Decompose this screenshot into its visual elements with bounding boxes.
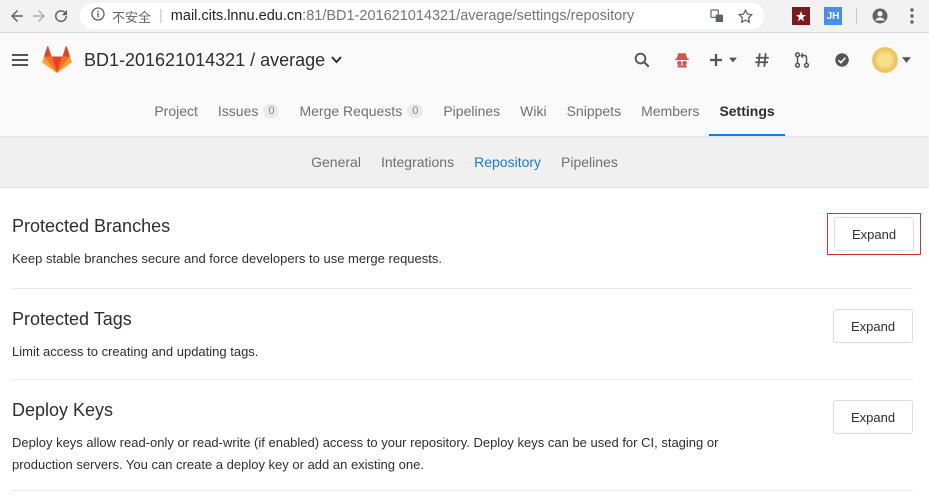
tab-snippets[interactable]: Snippets (557, 87, 631, 136)
tab-label: Merge Requests (299, 102, 403, 119)
tab-label: Pipelines (443, 102, 501, 119)
tab-label: Issues (217, 102, 259, 119)
project-title-text: BD1-201621014321 / average (84, 49, 326, 70)
tab-issues[interactable]: Issues 0 (208, 87, 290, 136)
project-title[interactable]: BD1-201621014321 / average (84, 50, 342, 71)
url-path: :81/BD1-201621014321/average/settings/re… (302, 8, 635, 24)
hashtag-icon[interactable] (742, 45, 782, 75)
insecure-label: 不安全 (112, 9, 152, 25)
project-nav: Project Issues 0 Merge Requests 0 Pipeline… (0, 87, 929, 137)
toolbar-divider (856, 7, 857, 25)
tab-label: Project (154, 102, 198, 119)
gitlab-logo-icon[interactable] (42, 46, 72, 74)
section-title: Protected Branches (12, 216, 171, 236)
tab-members[interactable]: Members (631, 87, 709, 136)
protected-branches-section: Protected Branches Keep stable branches … (12, 188, 921, 289)
protected-tags-section: Protected Tags Limit access to creating … (12, 289, 913, 380)
jh-extension-icon[interactable]: JH (824, 7, 842, 25)
tab-pipelines[interactable]: Pipelines (433, 87, 510, 136)
tab-label: Members (641, 102, 700, 119)
user-avatar[interactable] (872, 47, 898, 73)
section-description-line1: Deploy keys allow read-only or read-writ… (12, 435, 719, 450)
tab-label: Snippets (566, 102, 622, 119)
settings-subnav: General Integrations Repository Pipeline… (0, 137, 929, 188)
tab-settings[interactable]: Settings (709, 87, 785, 136)
back-arrow-icon[interactable] (8, 3, 26, 29)
section-title: Deploy Keys (12, 400, 114, 420)
tab-project[interactable]: Project (144, 87, 208, 136)
address-bar[interactable]: 不安全 | mail.cits.lnnu.edu.cn :81/BD1-2016… (80, 3, 764, 29)
tab-wiki[interactable]: Wiki (510, 87, 556, 136)
browser-menu-icon[interactable] (903, 7, 921, 25)
url-host: mail.cits.lnnu.edu.cn (170, 8, 303, 24)
search-icon[interactable] (622, 45, 662, 75)
avatar-caret-icon[interactable] (902, 55, 911, 66)
section-title: Protected Tags (12, 309, 132, 329)
section-description: Keep stable branches secure and force de… (12, 251, 442, 266)
expand-deploy-keys-button[interactable]: Expand (833, 400, 913, 434)
subnav-repository[interactable]: Repository (464, 154, 551, 170)
chevron-down-icon (331, 53, 342, 67)
tab-merge-requests[interactable]: Merge Requests 0 (289, 87, 433, 136)
expand-protected-tags-button[interactable]: Expand (833, 309, 913, 343)
info-icon[interactable] (90, 6, 106, 26)
merge-request-icon[interactable] (782, 45, 822, 75)
deploy-keys-section: Deploy Keys Deploy keys allow read-only … (12, 380, 913, 491)
settings-content: Protected Branches Keep stable branches … (0, 188, 929, 491)
tab-label: Wiki (520, 102, 547, 119)
account-icon[interactable] (871, 7, 889, 25)
gitlab-header: BD1-201621014321 / average (0, 33, 929, 87)
section-description: Limit access to creating and updating ta… (12, 344, 259, 359)
subnav-integrations[interactable]: Integrations (371, 154, 464, 170)
tab-label: Settings (719, 102, 775, 119)
address-separator: | (159, 8, 163, 24)
reload-icon[interactable] (52, 3, 70, 29)
bookmark-star-icon[interactable] (736, 7, 754, 25)
subnav-pipelines[interactable]: Pipelines (551, 154, 628, 170)
plus-icon[interactable] (702, 45, 742, 75)
todo-check-icon[interactable] (822, 45, 862, 75)
forward-arrow-icon[interactable] (30, 3, 48, 29)
subnav-general[interactable]: General (301, 154, 371, 170)
hamburger-menu-icon[interactable] (12, 54, 28, 66)
expand-protected-branches-button[interactable]: Expand (834, 217, 914, 251)
highlight-box: Expand (827, 213, 921, 255)
section-description-line2: production servers. You can create a dep… (12, 457, 424, 472)
browser-toolbar: 不安全 | mail.cits.lnnu.edu.cn :81/BD1-2016… (0, 0, 929, 33)
merge-requests-count-badge: 0 (407, 103, 424, 118)
pdf-extension-icon[interactable] (792, 7, 810, 25)
translate-icon[interactable] (708, 7, 726, 25)
spy-icon[interactable] (662, 45, 702, 75)
issues-count-badge: 0 (263, 103, 280, 118)
